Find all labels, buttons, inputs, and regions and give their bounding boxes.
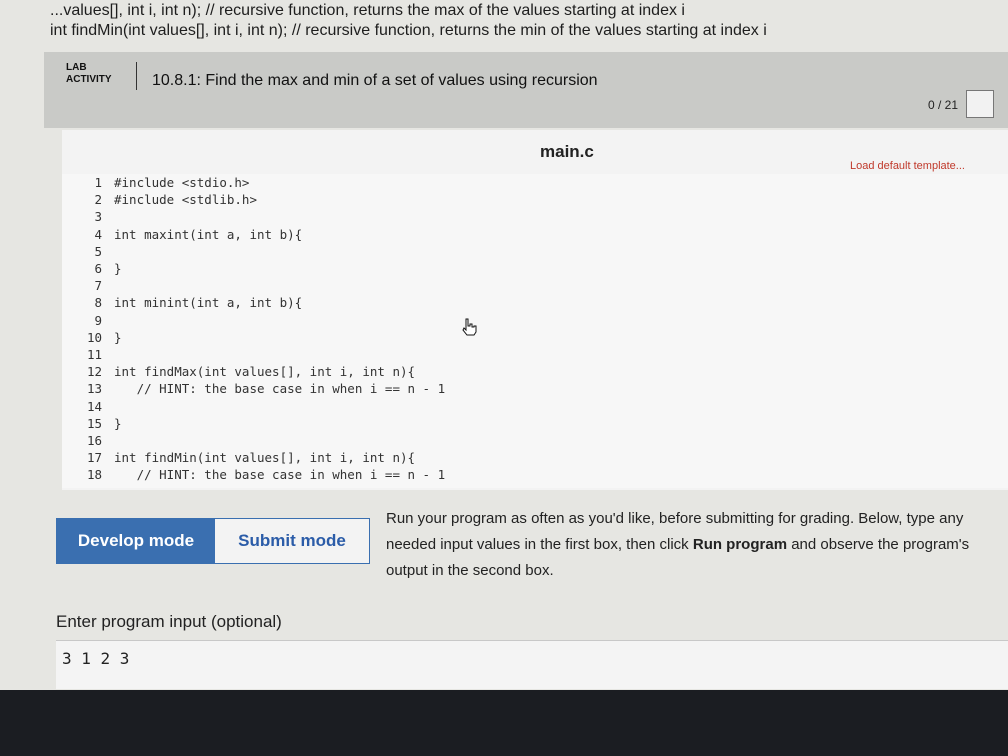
program-input-label: Enter program input (optional) bbox=[56, 612, 282, 631]
lab-tag-line2: ACTIVITY bbox=[66, 74, 112, 85]
line-number: 16 bbox=[86, 433, 102, 448]
lab-tag-line1: LAB bbox=[66, 62, 87, 73]
code-line[interactable]: 15} bbox=[62, 415, 962, 433]
header-divider bbox=[136, 62, 137, 90]
code-line[interactable]: 13 // HINT: the base case in when i == n… bbox=[62, 380, 962, 398]
line-number: 6 bbox=[94, 261, 102, 276]
line-text: // HINT: the base case in when i == n - … bbox=[114, 467, 446, 483]
line-text: int maxint(int a, int b){ bbox=[114, 226, 303, 242]
code-line[interactable]: 1 #include <stdio.h> bbox=[62, 174, 962, 192]
load-default-template-link[interactable]: Load default template... bbox=[850, 160, 965, 172]
line-text: // HINT: the base case in when i == n - … bbox=[114, 381, 446, 397]
line-text: } bbox=[114, 261, 122, 276]
code-line[interactable]: 17 int findMin(int values[], int i, int n… bbox=[62, 449, 962, 467]
line-text: int findMax(int values[], int i, int n){ bbox=[114, 364, 416, 380]
code-area[interactable]: 1 #include <stdio.h> 2 #include <stdlib.h> 3… bbox=[62, 174, 1008, 488]
line-number: 2 bbox=[94, 192, 102, 208]
completion-box-icon bbox=[966, 90, 994, 118]
code-line[interactable]: 3 bbox=[62, 208, 962, 226]
line-number: 13 bbox=[86, 381, 102, 397]
line-number: 15 bbox=[86, 415, 102, 431]
lab-activity-tag: LAB ACTIVITY bbox=[66, 62, 112, 86]
zybooks-page: ...values[], int i, int n); // recursive… bbox=[0, 0, 1008, 690]
line-number: 10 bbox=[86, 329, 102, 345]
line-text: } bbox=[114, 415, 122, 431]
line-number: 18 bbox=[86, 467, 102, 483]
line-number: 11 bbox=[86, 347, 102, 362]
code-line[interactable]: 6} bbox=[62, 260, 962, 278]
code-line[interactable]: 12 int findMax(int values[], int i, int n… bbox=[62, 363, 962, 381]
code-line[interactable]: 16 bbox=[62, 432, 962, 450]
lab-activity-header: LAB ACTIVITY 10.8.1: Find the max and mi… bbox=[44, 52, 1008, 128]
code-line[interactable]: 10} bbox=[62, 329, 962, 347]
line-text: int minint(int a, int b){ bbox=[114, 295, 303, 311]
code-line[interactable]: 9 bbox=[62, 312, 962, 330]
program-input-value: 3 1 2 3 bbox=[62, 649, 130, 668]
program-input-field[interactable]: 3 1 2 3 bbox=[56, 640, 1008, 689]
code-line[interactable]: 2 #include <stdlib.h> bbox=[62, 191, 962, 209]
code-line[interactable]: 18 // HINT: the base case in when i == n… bbox=[62, 466, 962, 484]
line-number: 8 bbox=[94, 295, 102, 311]
code-line[interactable]: 14 bbox=[62, 398, 962, 416]
submit-mode-button[interactable]: Submit mode bbox=[215, 519, 369, 563]
line-text: int findMin(int values[], int i, int n){ bbox=[114, 450, 416, 466]
lab-title: 10.8.1: Find the max and min of a set of… bbox=[152, 72, 598, 89]
line-number: 12 bbox=[86, 364, 102, 380]
hand-pointer-icon bbox=[462, 318, 477, 336]
line-text: #include <stdlib.h> bbox=[114, 192, 257, 208]
line-number: 4 bbox=[94, 226, 102, 242]
code-line[interactable]: 4 int maxint(int a, int b){ bbox=[62, 226, 962, 244]
code-line[interactable]: 7 bbox=[62, 277, 962, 295]
code-line[interactable]: 11 bbox=[62, 346, 962, 364]
code-line[interactable]: 8 int minint(int a, int b){ bbox=[62, 294, 962, 312]
instructions-text: Run your program as often as you'd like,… bbox=[386, 506, 1006, 584]
develop-mode-button[interactable]: Develop mode bbox=[57, 519, 215, 563]
line-number: 7 bbox=[94, 278, 102, 294]
line-number: 14 bbox=[86, 398, 102, 414]
line-number: 1 bbox=[94, 175, 102, 190]
code-editor[interactable]: main.c Load default template... 1 #includ… bbox=[62, 130, 1008, 490]
line-number: 3 bbox=[94, 209, 102, 225]
score-text: 0 / 21 bbox=[928, 98, 959, 112]
line-number: 17 bbox=[86, 450, 102, 466]
line-text: #include <stdio.h> bbox=[114, 175, 250, 190]
mode-toggle: Develop mode Submit mode bbox=[56, 518, 370, 564]
instructions-run-program: Run program bbox=[692, 536, 788, 553]
code-line[interactable]: 5 bbox=[62, 243, 962, 261]
file-name: main.c bbox=[540, 142, 594, 161]
line-text: } bbox=[114, 329, 122, 345]
prototype-line-findmax: ...values[], int i, int n); // recursive… bbox=[50, 2, 685, 19]
line-number: 9 bbox=[94, 312, 102, 328]
prototype-line-findmin: int findMin(int values[], int i, int n);… bbox=[50, 22, 767, 39]
line-number: 5 bbox=[94, 243, 102, 259]
